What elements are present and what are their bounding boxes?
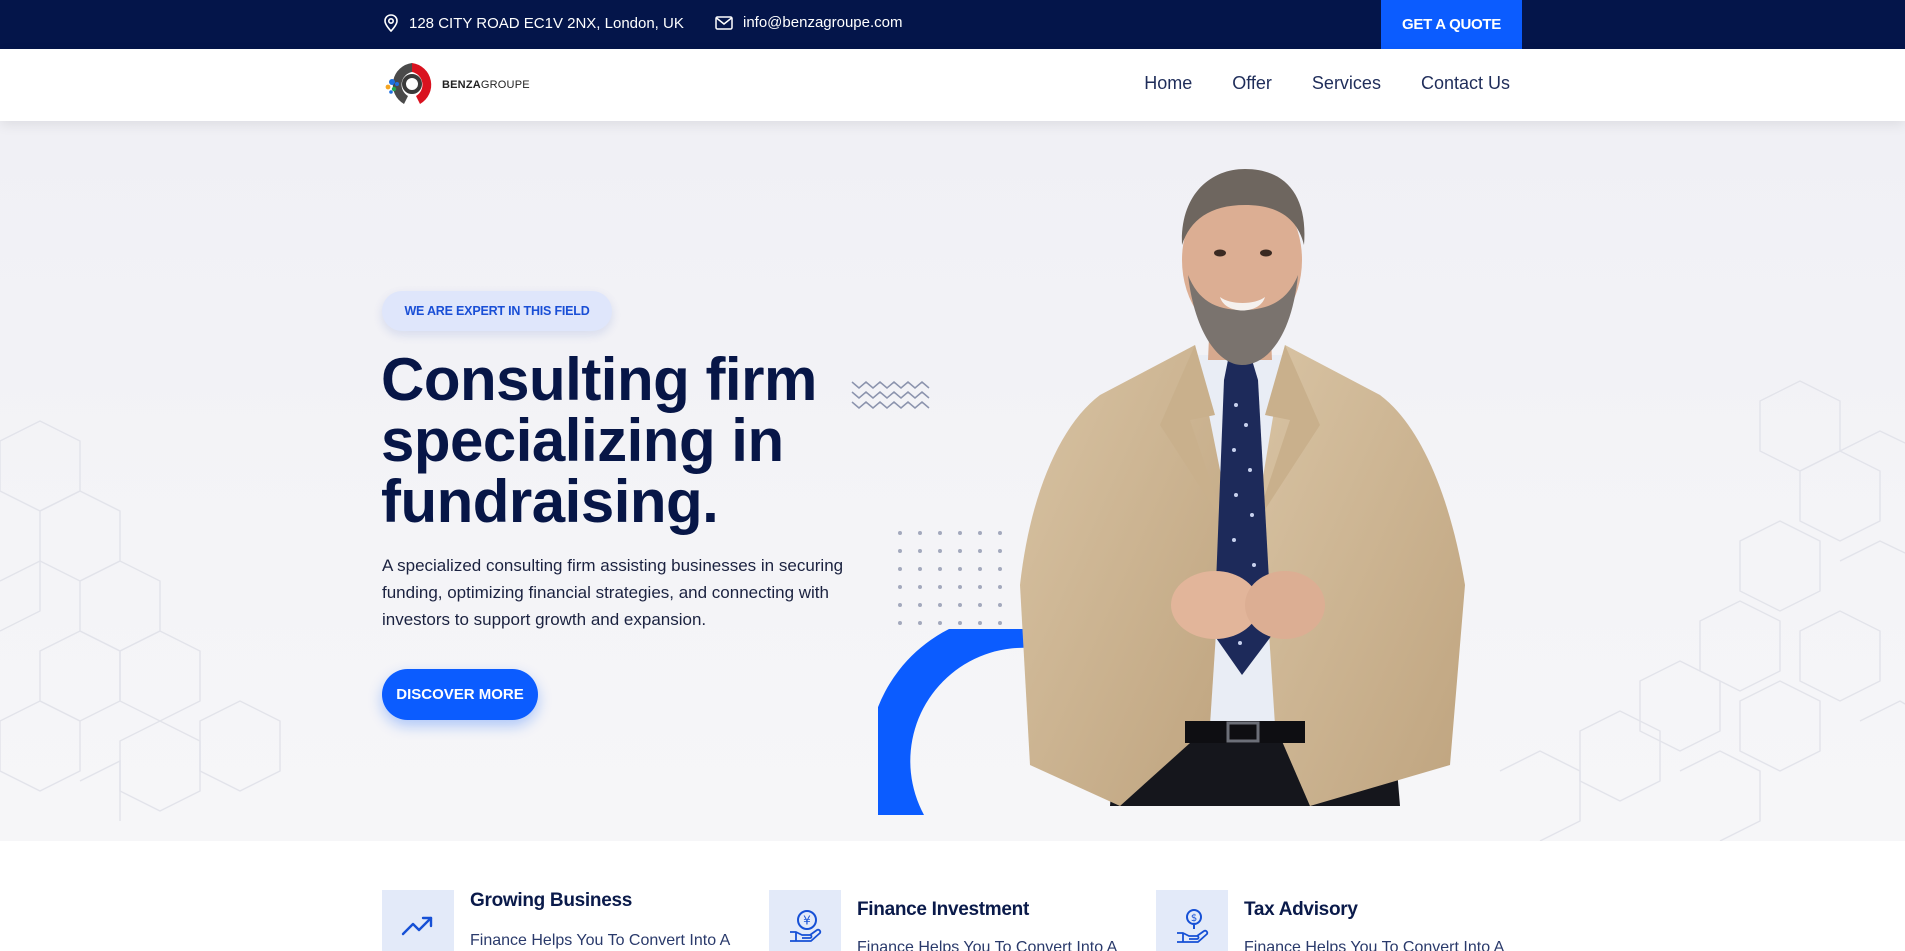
address-info: 128 CITY ROAD EC1V 2NX, London, UK (383, 14, 684, 32)
hero-section: WE ARE EXPERT IN THIS FIELD Consulting f… (0, 121, 1905, 841)
nav-contact-us[interactable]: Contact Us (1421, 73, 1510, 94)
email-info[interactable]: info@benzagroupe.com (715, 14, 903, 31)
dot-grid-decoration (898, 531, 1002, 625)
main-nav: Home Offer Services Contact Us (1144, 73, 1510, 94)
svg-text:$: $ (1191, 913, 1197, 924)
hero-title-line-1: Consulting firm (381, 346, 817, 413)
address-text: 128 CITY ROAD EC1V 2NX, London, UK (409, 14, 684, 32)
logo-text-light: GROUPE (480, 79, 530, 91)
main-header: BENZAGROUPE Home Offer Services Contact … (0, 49, 1905, 121)
expert-badge: WE ARE EXPERT IN THIS FIELD (382, 291, 612, 331)
logo-text-bold: BENZA (442, 79, 481, 91)
benza-logo-mark-icon (385, 63, 432, 104)
discover-more-button[interactable]: DISCOVER MORE (382, 669, 538, 720)
email-link[interactable]: info@benzagroupe.com (743, 14, 903, 31)
feature-description: Finance Helps You To Convert Into A (1244, 939, 1505, 951)
hero-title-line-2: specializing in (381, 407, 784, 474)
feature-tax-advisory[interactable]: $ Tax Advisory Finance Helps You To Conv… (1156, 890, 1504, 951)
logo[interactable]: BENZAGROUPE (382, 60, 530, 110)
hero-description: A specialized consulting firm assisting … (382, 556, 844, 629)
hero-title-line-3: fundraising. (381, 468, 719, 535)
trend-up-icon (401, 916, 433, 936)
get-a-quote-button[interactable]: GET A QUOTE (1381, 0, 1522, 49)
feature-description: Finance Helps You To Convert Into A (857, 939, 1118, 951)
feature-icon-box: ¥ (769, 890, 841, 951)
top-info-bar: 128 CITY ROAD EC1V 2NX, London, UK info@… (0, 0, 1905, 49)
nav-services[interactable]: Services (1312, 73, 1381, 94)
logo-text: BENZAGROUPE (442, 79, 530, 91)
nav-home[interactable]: Home (1144, 73, 1192, 94)
coin-hand-icon: ¥ (790, 910, 822, 942)
feature-icon-box (382, 890, 454, 951)
feature-title: Tax Advisory (1244, 899, 1358, 920)
feature-title: Growing Business (470, 890, 633, 911)
zigzag-decoration (851, 381, 930, 409)
feature-icon-box: $ (1156, 890, 1228, 951)
businessman-image (1020, 169, 1465, 806)
feature-title: Finance Investment (857, 899, 1029, 920)
location-pin-icon (384, 14, 398, 32)
nav-offer[interactable]: Offer (1232, 73, 1272, 94)
feature-finance-investment[interactable]: ¥ Finance Investment Finance Helps You T… (769, 890, 1117, 951)
hero-title: Consulting firm specializing in fundrais… (381, 349, 841, 532)
dollar-hand-icon: $ (1177, 909, 1209, 943)
svg-text:¥: ¥ (803, 914, 811, 928)
mail-icon (715, 15, 733, 30)
feature-growing-business[interactable]: Growing Business Finance Helps You To Co… (382, 890, 730, 951)
feature-description: Finance Helps You To Convert Into A (470, 932, 731, 949)
